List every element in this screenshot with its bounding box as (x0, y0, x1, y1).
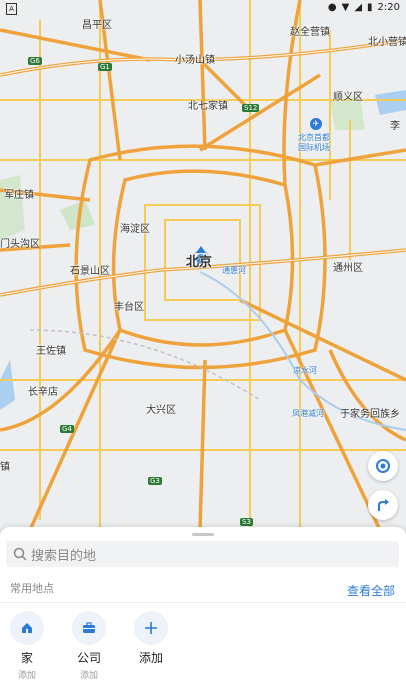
map-label-tonghuihe: 通惠河 (222, 266, 246, 275)
bottom-sheet: 搜索目的地 常用地点 查看全部 家 添加 公司 添加 添加 (0, 527, 406, 682)
map-label-changping: 昌平区 (82, 20, 112, 31)
wifi-icon: ▼ (341, 2, 350, 13)
place-add-name: 添加 (138, 651, 163, 665)
road-shield: G4 (60, 425, 74, 433)
search-bar[interactable]: 搜索目的地 (6, 541, 399, 567)
map-label-wangzuo: 王佐镇 (36, 346, 66, 357)
battery-icon: ▮ (367, 2, 373, 13)
map-label-daxing: 大兴区 (146, 405, 176, 416)
map-label-li: 李 (390, 121, 400, 132)
road-shield: G3 (148, 477, 162, 485)
briefcase-icon (72, 611, 106, 645)
map-canvas[interactable]: 昌平区 赵全营镇 北小营镇 小汤山镇 北七家镇 顺义区 李 北京首都 国际机场 … (0, 0, 406, 530)
place-company[interactable]: 公司 添加 (69, 611, 109, 681)
road-shield: G6 (28, 57, 42, 65)
map-label-beiqijia: 北七家镇 (188, 101, 228, 112)
status-bar: A ● ▼ ◢ ▮ 2:20 (0, 0, 406, 18)
search-icon (13, 547, 27, 561)
home-icon (10, 611, 44, 645)
status-time: 2:20 (377, 2, 400, 13)
place-add[interactable]: 添加 (131, 611, 171, 666)
signal-icon: ◢ (354, 2, 363, 13)
route-button[interactable] (368, 490, 398, 520)
airport-icon: ✈ (310, 118, 322, 130)
map-label-beijing: 北京 (186, 255, 213, 270)
map-label-junzhuang: 军庄镇 (4, 190, 34, 201)
map-label-longfengjianhe: 凤港减河 (292, 409, 324, 418)
route-icon (378, 499, 389, 511)
map-label-mentougou: 门头沟区 (0, 239, 40, 250)
place-home-sub: 添加 (17, 671, 36, 681)
place-company-name: 公司 (76, 651, 101, 665)
locate-icon (376, 459, 390, 473)
place-home-name: 家 (20, 651, 33, 665)
map-label-tongzhou: 通州区 (333, 263, 363, 274)
map-label-changxindian: 长辛店 (28, 387, 58, 398)
road-shield: G1 (98, 63, 112, 71)
place-home[interactable]: 家 添加 (7, 611, 47, 681)
divider (0, 602, 406, 603)
map-label-beixiaoying: 北小营镇 (368, 37, 406, 48)
notification-icon: A (6, 3, 17, 15)
map-label-airport: 北京首都 国际机场 (298, 133, 330, 152)
plus-icon (134, 611, 168, 645)
locate-button[interactable] (368, 451, 398, 481)
map-label-xiaotangshan: 小汤山镇 (175, 55, 215, 66)
search-placeholder: 搜索目的地 (31, 548, 97, 564)
sheet-handle[interactable] (192, 533, 214, 536)
road-shield: S12 (242, 104, 260, 112)
map-label-yujiawu: 于家务回族乡 (340, 409, 400, 420)
place-company-sub: 添加 (79, 671, 98, 681)
map-label-shijingshan: 石景山区 (70, 266, 110, 277)
map-label-shunyi: 顺义区 (333, 92, 363, 103)
map-label-zhen: 镇 (0, 462, 10, 473)
location-status-icon: ● (327, 2, 337, 13)
view-all-link[interactable]: 查看全部 (347, 582, 395, 599)
map-label-zhaoquanying: 赵全营镇 (290, 27, 330, 38)
map-label-fengtai: 丰台区 (114, 302, 144, 313)
map-label-liangshuihe: 凉水河 (293, 366, 317, 375)
common-places-label: 常用地点 (10, 582, 54, 595)
map-label-haidian: 海淀区 (120, 224, 150, 235)
road-shield: S3 (240, 518, 253, 526)
